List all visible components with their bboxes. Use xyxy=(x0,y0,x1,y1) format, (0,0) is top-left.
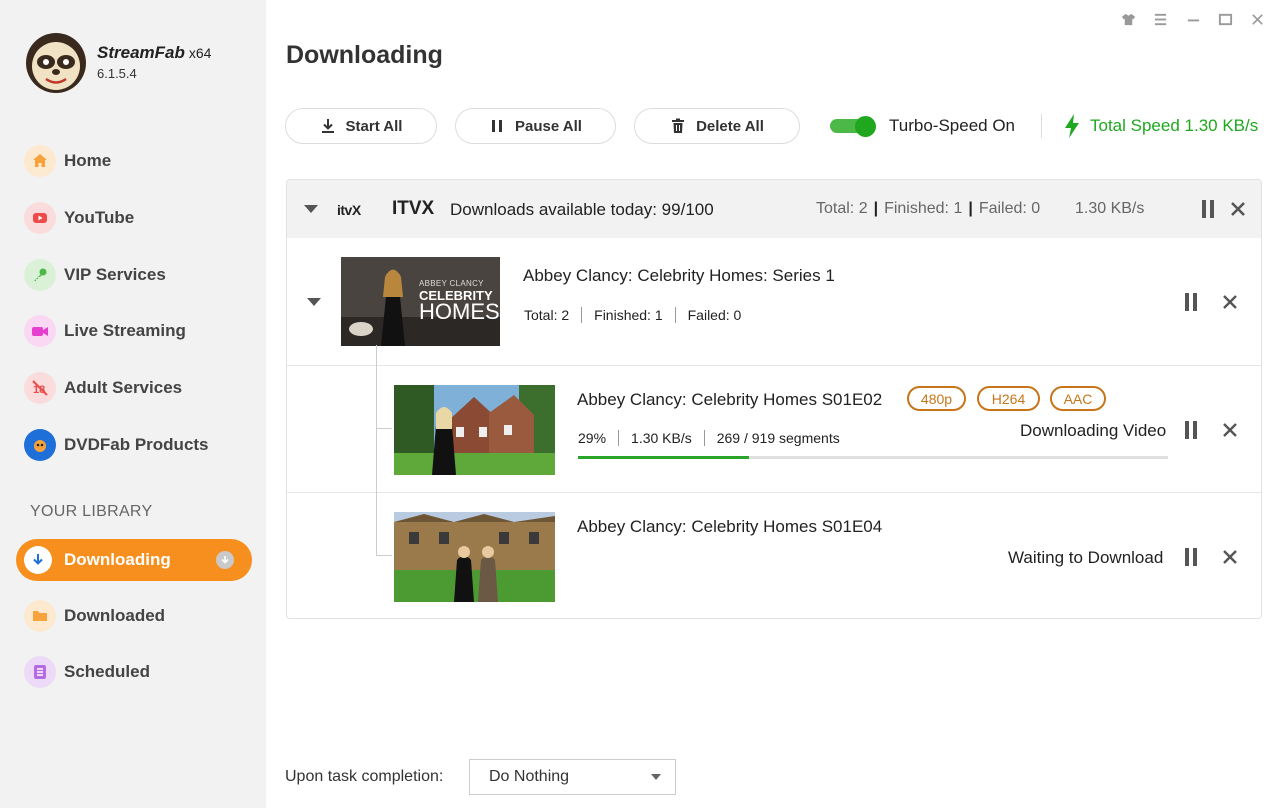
episode-row: Abbey Clancy: Celebrity Homes S01E04 Wai… xyxy=(287,492,1261,618)
download-progress-bar xyxy=(578,456,1168,459)
series-row: ABBEY CLANCY CELEBRITY HOMES Abbey Clanc… xyxy=(287,238,1261,364)
episode-pause-button[interactable] xyxy=(1184,421,1198,439)
close-icon xyxy=(1223,423,1237,437)
group-pause-button[interactable] xyxy=(1201,200,1215,218)
episode-title: Abbey Clancy: Celebrity Homes S01E02 xyxy=(577,390,883,409)
sidebar-item-label: Live Streaming xyxy=(64,321,186,340)
sidebar-item-downloading[interactable]: Downloading xyxy=(16,539,252,581)
folder-icon xyxy=(24,600,56,632)
itvx-logo: itvX xyxy=(337,202,361,218)
sidebar-item-label: DVDFab Products xyxy=(64,435,209,454)
close-icon xyxy=(1223,295,1237,309)
camera-icon xyxy=(24,315,56,347)
lightning-icon xyxy=(1065,114,1079,138)
close-icon[interactable] xyxy=(1248,10,1266,28)
collapse-caret-icon[interactable] xyxy=(304,205,318,213)
pause-all-button[interactable]: Pause All xyxy=(455,108,616,144)
series-pause-button[interactable] xyxy=(1184,293,1198,311)
trash-icon xyxy=(672,118,685,133)
series-thumbnail: ABBEY CLANCY CELEBRITY HOMES xyxy=(341,257,500,346)
tree-connector xyxy=(376,428,392,429)
pause-icon xyxy=(492,120,502,132)
app-name: StreamFab x64 xyxy=(97,43,212,62)
minimize-icon[interactable] xyxy=(1184,10,1202,28)
turbo-speed-label: Turbo-Speed On xyxy=(889,116,1015,135)
episode-close-button[interactable] xyxy=(1221,421,1239,439)
library-title: YOUR LIBRARY xyxy=(30,503,153,520)
home-icon xyxy=(24,145,56,177)
sidebar-item-label: Home xyxy=(64,151,112,170)
episode-thumbnail xyxy=(394,385,555,475)
sidebar-item-label: Downloaded xyxy=(64,606,166,625)
download-icon xyxy=(24,546,52,574)
audio-tag: AAC xyxy=(1050,386,1106,411)
app-version: 6.1.5.4 xyxy=(97,66,137,81)
downloads-available: Downloads available today: 99/100 xyxy=(450,200,714,219)
toolbar-divider xyxy=(1041,114,1042,138)
dvdfab-icon xyxy=(24,429,56,461)
page-title: Downloading xyxy=(286,41,443,69)
resolution-tag: 480p xyxy=(907,386,966,411)
chevron-down-icon xyxy=(651,774,661,780)
close-icon xyxy=(1231,202,1245,216)
sidebar-item-youtube[interactable]: YouTube xyxy=(24,198,134,238)
tree-connector xyxy=(376,345,377,555)
episode-stats: 29% 1.30 KB/s 269 / 919 segments xyxy=(578,430,840,446)
sidebar-item-label: Scheduled xyxy=(64,662,150,681)
sidebar-item-adult-services[interactable]: 18 Adult Services xyxy=(24,368,182,408)
youtube-icon xyxy=(24,202,56,234)
group-name: ITVX xyxy=(392,198,435,219)
series-title: Abbey Clancy: Celebrity Homes: Series 1 xyxy=(523,266,835,285)
start-all-button[interactable]: Start All xyxy=(285,108,437,144)
sidebar-item-home[interactable]: Home xyxy=(24,141,111,181)
codec-tag: H264 xyxy=(977,386,1040,411)
download-group: itvX ITVX Downloads available today: 99/… xyxy=(286,179,1262,619)
episode-title: Abbey Clancy: Celebrity Homes S01E04 xyxy=(577,517,883,536)
shirt-icon[interactable] xyxy=(1119,10,1137,28)
series-stats: Total: 2 Finished: 1 Failed: 0 xyxy=(524,307,742,323)
group-header: itvX ITVX Downloads available today: 99/… xyxy=(287,180,1261,238)
group-speed: 1.30 KB/s xyxy=(1075,200,1145,217)
completion-select[interactable]: Do Nothing xyxy=(469,759,676,795)
episode-close-button[interactable] xyxy=(1221,548,1239,566)
episode-status: Downloading Video xyxy=(1020,421,1167,440)
sidebar-item-scheduled[interactable]: Scheduled xyxy=(24,652,150,692)
sidebar-item-downloaded[interactable]: Downloaded xyxy=(24,596,165,636)
sidebar-item-dvdfab-products[interactable]: DVDFab Products xyxy=(24,425,209,465)
streamfab-logo xyxy=(24,32,88,94)
series-collapse-caret-icon[interactable] xyxy=(307,298,321,306)
download-icon xyxy=(321,119,334,133)
sidebar: StreamFab x64 6.1.5.4 Home YouTube VIP Se… xyxy=(0,0,266,808)
episode-status: Waiting to Download xyxy=(1008,548,1164,567)
menu-icon[interactable] xyxy=(1151,10,1169,28)
maximize-icon[interactable] xyxy=(1216,10,1234,28)
completion-label: Upon task completion: xyxy=(285,768,444,785)
episode-thumbnail xyxy=(394,512,555,602)
adult-icon: 18 xyxy=(24,372,56,404)
series-close-button[interactable] xyxy=(1221,293,1239,311)
progress-fill xyxy=(578,456,750,459)
list-icon xyxy=(24,656,56,688)
sidebar-item-label: Downloading xyxy=(64,550,171,569)
sidebar-item-label: VIP Services xyxy=(64,265,166,284)
group-stats: Total: 2 | Finished: 1 | Failed: 0 xyxy=(816,200,1041,217)
sidebar-item-label: Adult Services xyxy=(64,378,183,397)
group-close-button[interactable] xyxy=(1229,200,1247,218)
download-badge-icon xyxy=(216,551,234,569)
episode-row: Abbey Clancy: Celebrity Homes S01E02 480… xyxy=(287,365,1261,492)
close-icon xyxy=(1223,550,1237,564)
sidebar-item-label: YouTube xyxy=(64,208,135,227)
sidebar-item-vip-services[interactable]: VIP Services xyxy=(24,255,166,295)
episode-pause-button[interactable] xyxy=(1184,548,1198,566)
total-speed: Total Speed 1.30 KB/s xyxy=(1062,112,1258,140)
turbo-speed-toggle[interactable] xyxy=(830,116,876,137)
tree-connector xyxy=(376,555,392,556)
sidebar-item-live-streaming[interactable]: Live Streaming xyxy=(24,311,186,351)
key-icon xyxy=(24,259,56,291)
delete-all-button[interactable]: Delete All xyxy=(634,108,800,144)
